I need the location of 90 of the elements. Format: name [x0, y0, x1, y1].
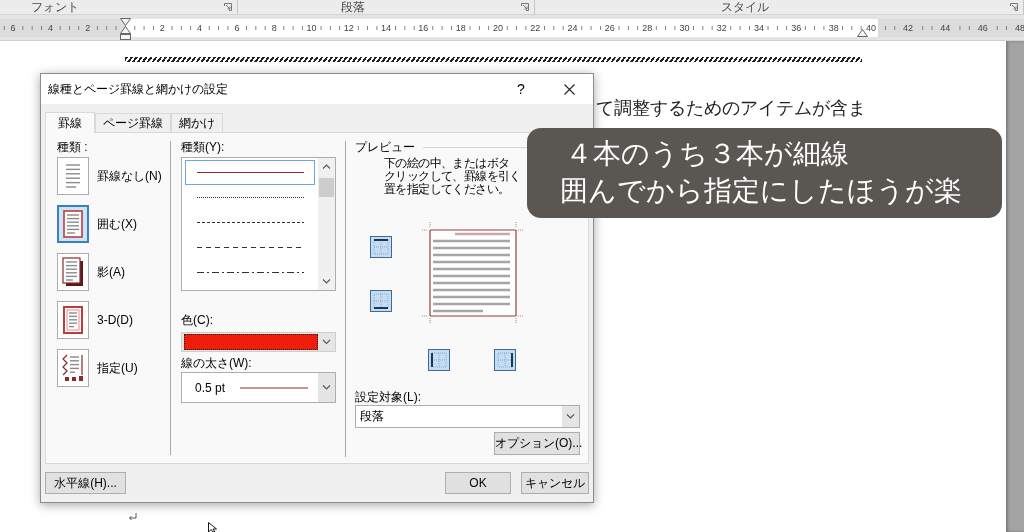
- ruler-number: 46: [975, 22, 990, 33]
- right-indent-icon[interactable]: [857, 29, 868, 37]
- ruler-number: 42: [901, 22, 916, 33]
- dashed-line-icon: [196, 221, 304, 224]
- ruler-number: 12: [341, 22, 356, 33]
- ruler-number: 22: [528, 22, 543, 33]
- paragraph-mark-icon: [128, 513, 137, 521]
- bottom-border-button[interactable]: [370, 290, 392, 312]
- ribbon-group-label: フォント: [31, 0, 79, 14]
- solid-line-icon: [196, 171, 304, 174]
- scrollbar-thumb[interactable]: [319, 178, 334, 197]
- setting-label: 種類 :: [57, 141, 88, 154]
- caption-text: 囲んでから指定にしたほうが楽: [560, 173, 962, 209]
- cancel-button[interactable]: キャンセル: [521, 472, 589, 494]
- document-text: て調整するためのアイテムが含ま: [596, 99, 866, 118]
- border-setting-button[interactable]: [57, 253, 89, 291]
- ruler-number: 44: [938, 22, 953, 33]
- dotted-line-icon: [196, 196, 304, 199]
- close-icon: [563, 83, 575, 95]
- caption-text: ４本のうち３本が細線: [565, 136, 849, 172]
- apply-to-label: 設定対象(L):: [355, 391, 421, 404]
- ruler-number: 10: [304, 22, 319, 33]
- dialog-launcher-icon[interactable]: [224, 3, 232, 11]
- preview-title: プレビュー: [355, 141, 415, 154]
- preview-instructions: 下の絵の中、またはボタ クリックして、罫線を引く 置を指定してください。: [384, 157, 521, 196]
- chevron-down-icon[interactable]: [318, 373, 335, 402]
- ruler-number: 6: [8, 22, 18, 33]
- bottom-border-icon: [373, 293, 389, 309]
- line-width-dropdown[interactable]: 0.5 pt: [181, 372, 336, 403]
- ruler-number: 24: [565, 22, 580, 33]
- setting-option-label: 影(A): [97, 263, 125, 281]
- setting-option-label: 3-D(D): [97, 313, 133, 327]
- dialog-launcher-icon[interactable]: [1010, 3, 1018, 11]
- right-border-button[interactable]: [494, 349, 516, 371]
- tab[interactable]: 網かけ: [171, 113, 223, 132]
- ruler-number: 48: [1012, 22, 1024, 33]
- ruler-number: 4: [195, 22, 205, 33]
- line-style-label: 種類(Y):: [181, 141, 225, 154]
- ruler-number: 8: [269, 22, 279, 33]
- ruler-number: 40: [863, 22, 878, 33]
- ruler-number: 38: [826, 22, 841, 33]
- chevron-down-icon[interactable]: [562, 406, 579, 427]
- custom-border-icon: [62, 354, 84, 382]
- dialog-title: 線種とページ罫線と網かけの設定: [48, 80, 228, 98]
- ruler-number: 36: [789, 22, 804, 33]
- setting-option-label: 指定(U): [97, 359, 138, 377]
- indent-markers-icon[interactable]: [120, 18, 131, 40]
- tab[interactable]: ページ罫線: [95, 113, 171, 132]
- line-weight-sample-icon: [240, 386, 309, 389]
- ribbon-group-label: 段落: [341, 0, 365, 14]
- setting-option-label: 囲む(X): [97, 215, 137, 233]
- ruler-number: 32: [714, 22, 729, 33]
- ruler-number: 18: [453, 22, 468, 33]
- horizontal-line-button[interactable]: 水平線(H)...: [45, 472, 126, 494]
- long-dashed-line-icon: [196, 246, 304, 249]
- dialog-launcher-icon[interactable]: [521, 3, 529, 11]
- border-setting-button[interactable]: [57, 349, 89, 387]
- ok-button[interactable]: OK: [445, 472, 511, 494]
- shadow-border-icon: [62, 257, 84, 287]
- ruler-number: 26: [602, 22, 617, 33]
- color-dropdown[interactable]: [181, 332, 336, 352]
- left-border-button[interactable]: [428, 349, 450, 371]
- ruler-number: 2: [83, 22, 93, 33]
- top-border-icon: [373, 239, 389, 255]
- ruler-number: 6: [232, 22, 242, 33]
- options-button[interactable]: オプション(O)...: [494, 432, 580, 455]
- tab[interactable]: 罫線: [45, 112, 95, 133]
- line-style-option[interactable]: [185, 160, 315, 185]
- ruler-number: 28: [640, 22, 655, 33]
- ribbon-group-label: スタイル: [721, 0, 769, 14]
- ruler-number: 34: [752, 22, 767, 33]
- dash-dot-line-icon: [196, 271, 304, 274]
- 3d-border-icon: [63, 306, 83, 334]
- ruler-number: 4: [45, 22, 55, 33]
- box-border-icon: [63, 210, 83, 238]
- apply-to-dropdown[interactable]: 段落: [355, 405, 580, 428]
- line-width-label: 線の太さ(W):: [181, 357, 252, 370]
- no-border-icon: [66, 164, 80, 188]
- ruler-number: 30: [677, 22, 692, 33]
- help-button[interactable]: ?: [511, 74, 531, 104]
- ruler-number: 16: [416, 22, 431, 33]
- left-border-icon: [431, 352, 447, 368]
- right-border-icon: [497, 352, 513, 368]
- color-label: 色(C):: [181, 314, 213, 327]
- setting-option-label: 罫線なし(N): [97, 167, 162, 185]
- ruler-number: 14: [379, 22, 394, 33]
- top-border-button[interactable]: [370, 236, 392, 258]
- ruler-number: 20: [490, 22, 505, 33]
- border-preview[interactable]: [422, 222, 524, 324]
- ruler-number: 2: [157, 22, 167, 33]
